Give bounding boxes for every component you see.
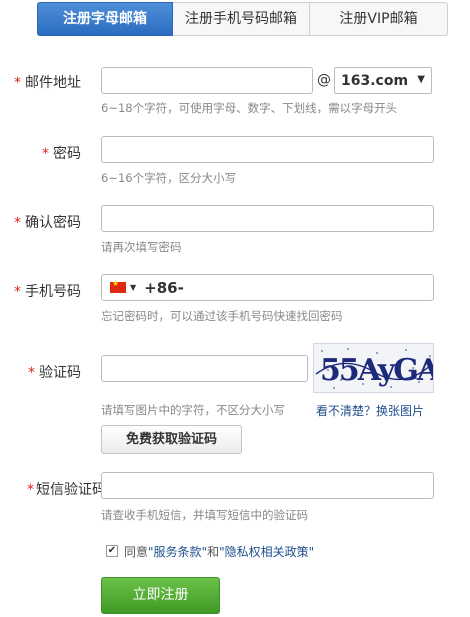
captcha-image[interactable]: 55AyGA [313,343,434,393]
required-mark: * [28,365,35,381]
tab-bar: 注册字母邮箱 注册手机号码邮箱 注册VIP邮箱 [37,2,448,36]
captcha-label: * 验证码 [28,362,81,382]
password-field[interactable] [101,136,434,163]
required-mark: * [14,284,21,300]
domain-select-value: 163.com [341,72,409,89]
at-sign: @ [317,72,331,88]
required-mark: * [27,482,34,498]
refresh-captcha-link[interactable]: 看不清楚？换张图片 [316,402,424,419]
password-hint: 6~16个字符，区分大小写 [101,171,237,185]
captcha-noise-graphic: 55AyGA [315,348,434,389]
agreement-text: 同意"服务条款"和"隐私权相关政策" [124,543,314,560]
confirm-password-label: * 确认密码 [14,212,81,232]
tab-vip-email[interactable]: 注册VIP邮箱 [310,2,448,36]
captcha-field[interactable] [101,355,308,382]
phone-label: * 手机号码 [14,281,81,301]
get-sms-code-button[interactable]: 免费获取验证码 [101,425,242,454]
agreement-prefix: 同意 [124,545,149,559]
agreement-and: 和 [207,545,220,559]
password-label: * 密码 [42,143,81,163]
china-flag-icon[interactable]: ★ [110,279,126,293]
sms-code-label-text: 短信验证码 [36,482,106,498]
required-mark: * [14,215,21,231]
terms-of-service-link[interactable]: "服务条款" [148,545,207,559]
password-label-text: 密码 [53,146,81,162]
register-button[interactable]: 立即注册 [101,577,220,614]
chevron-down-icon: ▼ [417,74,425,85]
country-code: +86- [144,278,184,297]
country-dropdown-icon[interactable]: ▼ [130,283,136,292]
tab-mobile-email[interactable]: 注册手机号码邮箱 [173,2,310,36]
required-mark: * [42,146,49,162]
sms-code-label: * 短信验证码 [27,479,106,499]
required-mark: * [14,75,21,91]
phone-field[interactable]: ★ ▼ +86- [101,274,434,301]
sms-code-hint: 请查收手机短信，并填写短信中的验证码 [101,508,308,522]
captcha-label-text: 验证码 [39,365,81,381]
email-field[interactable] [101,67,313,94]
phone-label-text: 手机号码 [25,284,81,300]
agree-checkbox[interactable]: ✔ [106,545,118,557]
captcha-hint: 请填写图片中的字符，不区分大小写 [101,403,285,417]
email-label: * 邮件地址 [14,72,81,92]
confirm-password-hint: 请再次填写密码 [101,240,182,254]
sms-code-field[interactable] [101,472,434,499]
domain-select[interactable]: 163.com ▼ [334,67,432,94]
email-label-text: 邮件地址 [25,75,81,91]
email-hint: 6~18个字符，可使用字母、数字、下划线，需以字母开头 [101,101,398,115]
confirm-password-field[interactable] [101,205,434,232]
captcha-text: 55AyGA [320,353,434,388]
phone-hint: 忘记密码时，可以通过该手机号码快速找回密码 [101,309,343,323]
privacy-policy-link[interactable]: "隐私权相关政策" [219,545,314,559]
tab-letter-email[interactable]: 注册字母邮箱 [37,2,173,36]
confirm-password-label-text: 确认密码 [25,215,81,231]
checkmark-icon: ✔ [107,545,117,556]
